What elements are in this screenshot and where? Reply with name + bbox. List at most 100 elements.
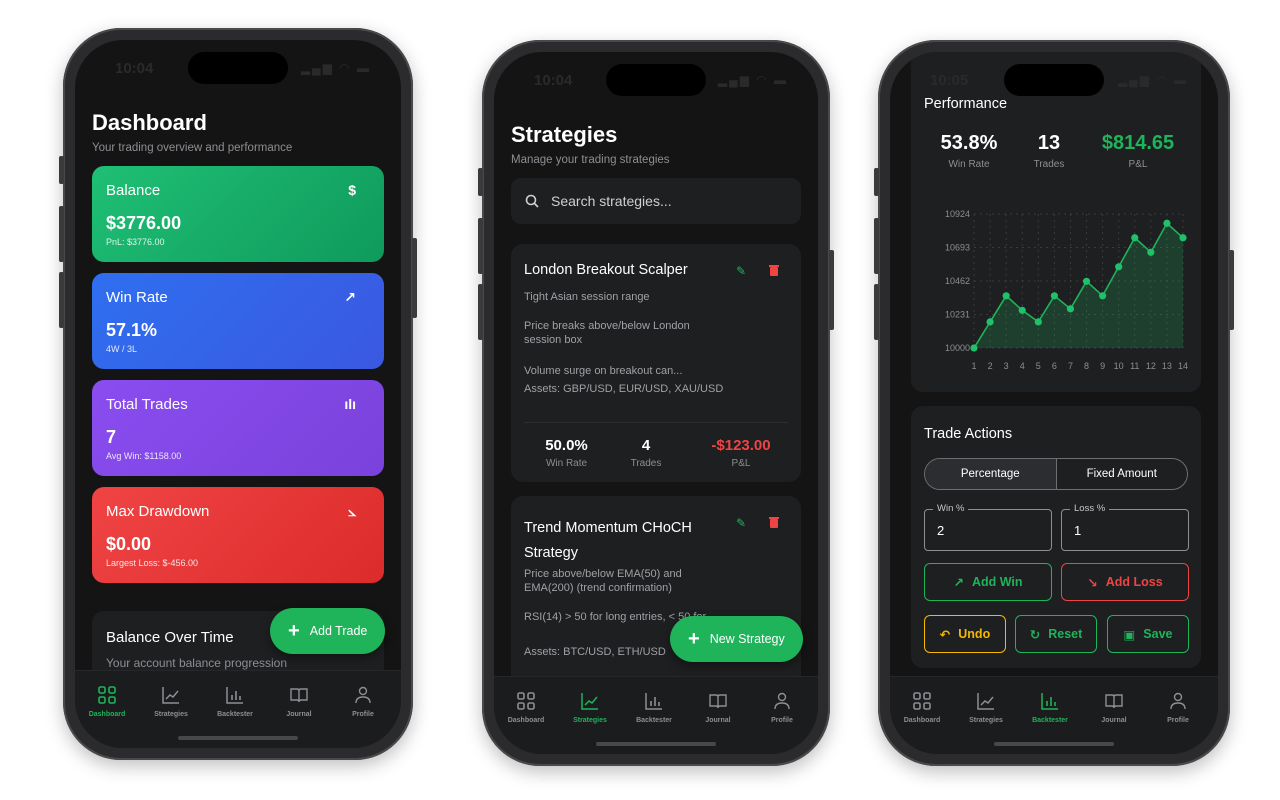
- area-fill: [974, 223, 1183, 348]
- add-win-button[interactable]: ↗ Add Win: [924, 563, 1052, 601]
- button-label: Reset: [1048, 627, 1083, 641]
- phone-strategies: 10:04 ▂▄▆ ◠ ▬ Strategies Manage your tra…: [478, 40, 834, 766]
- status-bar: 10:05 ▂▄▆ ◠ ▬: [890, 52, 1218, 104]
- edit-pencil-icon[interactable]: ✎: [736, 264, 746, 278]
- card-value: 7: [106, 427, 117, 447]
- perf-trades: 13 Trades: [1019, 132, 1079, 170]
- stat-label: Win Rate: [948, 159, 990, 170]
- strategy-assets: Assets: GBP/USD, EUR/USD, XAU/USD: [524, 383, 724, 395]
- tab-profile[interactable]: Profile: [1146, 689, 1210, 724]
- panel-subtitle: Your account balance progression: [106, 656, 288, 670]
- win-percent-field[interactable]: Win % 2: [924, 503, 1052, 551]
- tab-dashboard[interactable]: Dashboard: [890, 689, 954, 724]
- card-label: Max Drawdown: [106, 503, 210, 520]
- strategy-win-rate: 50.0% Win Rate: [524, 437, 609, 469]
- data-point: [1163, 219, 1171, 227]
- strategy-card[interactable]: London Breakout Scalper ✎ Tight Asian se…: [511, 244, 801, 482]
- data-point: [1131, 234, 1139, 242]
- add-loss-button[interactable]: ↘ Add Loss: [1061, 563, 1189, 601]
- dashboard-grid-icon: [913, 692, 931, 710]
- search-input[interactable]: [551, 193, 751, 209]
- add-trade-button[interactable]: + Add Trade: [270, 608, 386, 654]
- card-label: Balance: [106, 182, 161, 199]
- perf-win-rate: 53.8% Win Rate: [924, 132, 1014, 170]
- trending-down-icon: ↘: [1087, 575, 1098, 590]
- tab-journal[interactable]: Journal: [267, 683, 331, 718]
- balance-card[interactable]: Balance $ $3776.00 PnL: $3776.00: [92, 166, 384, 262]
- x-tick-label: 10: [1114, 361, 1124, 371]
- fab-label: New Strategy: [709, 632, 785, 646]
- tab-strategies[interactable]: Strategies: [139, 683, 203, 718]
- trending-up-icon: ↗: [953, 575, 964, 590]
- tab-dashboard[interactable]: Dashboard: [494, 689, 558, 724]
- x-tick-label: 8: [1084, 361, 1089, 371]
- tab-label: Journal: [286, 711, 312, 718]
- data-point: [1099, 292, 1107, 300]
- bar-chart-icon: [645, 693, 662, 710]
- tab-profile[interactable]: Profile: [331, 683, 395, 718]
- card-note: Avg Win: $1158.00: [106, 451, 182, 461]
- stat-label: Win Rate: [545, 458, 588, 469]
- data-point: [1147, 248, 1155, 256]
- tab-dashboard[interactable]: Dashboard: [75, 683, 139, 718]
- y-tick-label: 10462: [945, 276, 970, 286]
- data-point: [986, 318, 994, 326]
- x-tick-label: 2: [988, 361, 993, 371]
- tab-journal[interactable]: Journal: [686, 689, 750, 724]
- book-icon: [709, 694, 727, 709]
- tab-strategies[interactable]: Strategies: [558, 689, 622, 724]
- tab-strategies[interactable]: Strategies: [954, 689, 1018, 724]
- tab-backtester[interactable]: Backtester: [203, 683, 267, 718]
- mode-percentage[interactable]: Percentage: [925, 459, 1057, 489]
- field-value: 1: [1074, 523, 1082, 538]
- data-point: [1082, 277, 1091, 285]
- card-value: $3776.00: [106, 213, 182, 233]
- line-chart-icon: [977, 693, 994, 710]
- tab-journal[interactable]: Journal: [1082, 689, 1146, 724]
- button-label: Undo: [958, 627, 991, 641]
- book-icon: [1105, 694, 1123, 709]
- person-icon: [355, 686, 371, 704]
- tab-backtester[interactable]: Backtester: [1018, 689, 1082, 724]
- trash-icon[interactable]: [769, 517, 779, 528]
- x-tick-label: 4: [1020, 361, 1025, 371]
- trash-icon[interactable]: [769, 265, 779, 276]
- mode-fixed-amount[interactable]: Fixed Amount: [1057, 459, 1188, 489]
- plus-icon: +: [288, 620, 300, 642]
- x-tick-label: 14: [1178, 361, 1188, 371]
- loss-percent-field[interactable]: Loss % 1: [1061, 503, 1189, 551]
- card-note: 4W / 3L: [106, 344, 138, 354]
- field-label: Win %: [933, 503, 969, 514]
- x-tick-label: 9: [1100, 361, 1105, 371]
- stat-value: $814.65: [1101, 132, 1175, 154]
- mode-segmented-control[interactable]: Percentage Fixed Amount: [924, 458, 1188, 490]
- x-tick-label: 3: [1004, 361, 1009, 371]
- reset-button[interactable]: ↻ Reset: [1015, 615, 1097, 653]
- search-icon: [525, 194, 539, 208]
- page-title: Dashboard: [92, 110, 207, 135]
- balance-area-chart: 10000102311046210693109241 2 3 4 5 6 7 8 9 10 11 12…: [945, 209, 1188, 371]
- undo-button[interactable]: ↶ Undo: [924, 615, 1006, 653]
- tab-label: Profile: [352, 711, 374, 718]
- tab-profile[interactable]: Profile: [750, 689, 814, 724]
- new-strategy-button[interactable]: + New Strategy: [670, 616, 803, 662]
- data-point: [970, 344, 978, 352]
- save-button[interactable]: ▣ Save: [1107, 615, 1189, 653]
- data-point: [1050, 292, 1058, 300]
- total-trades-card[interactable]: Total Trades ılı 7 Avg Win: $1158.00: [92, 380, 384, 476]
- strategy-rule: Tight Asian session range: [524, 291, 650, 303]
- card-value: $0.00: [106, 534, 152, 554]
- tab-backtester[interactable]: Backtester: [622, 689, 686, 724]
- fab-label: Add Trade: [309, 624, 368, 638]
- y-tick-label: 10231: [945, 310, 970, 320]
- edit-pencil-icon[interactable]: ✎: [736, 516, 746, 530]
- max-drawdown-card[interactable]: Max Drawdown ⦣ $0.00 Largest Loss: $-456…: [92, 487, 384, 583]
- win-rate-card[interactable]: Win Rate ↗ 57.1% 4W / 3L: [92, 273, 384, 369]
- search-bar[interactable]: [511, 178, 801, 224]
- stat-value: -$123.00: [711, 437, 771, 454]
- person-icon: [774, 692, 790, 710]
- tab-label: Strategies: [573, 717, 607, 724]
- home-indicator: [178, 736, 298, 740]
- tab-label: Strategies: [969, 717, 1003, 724]
- status-time: 10:05: [930, 72, 969, 89]
